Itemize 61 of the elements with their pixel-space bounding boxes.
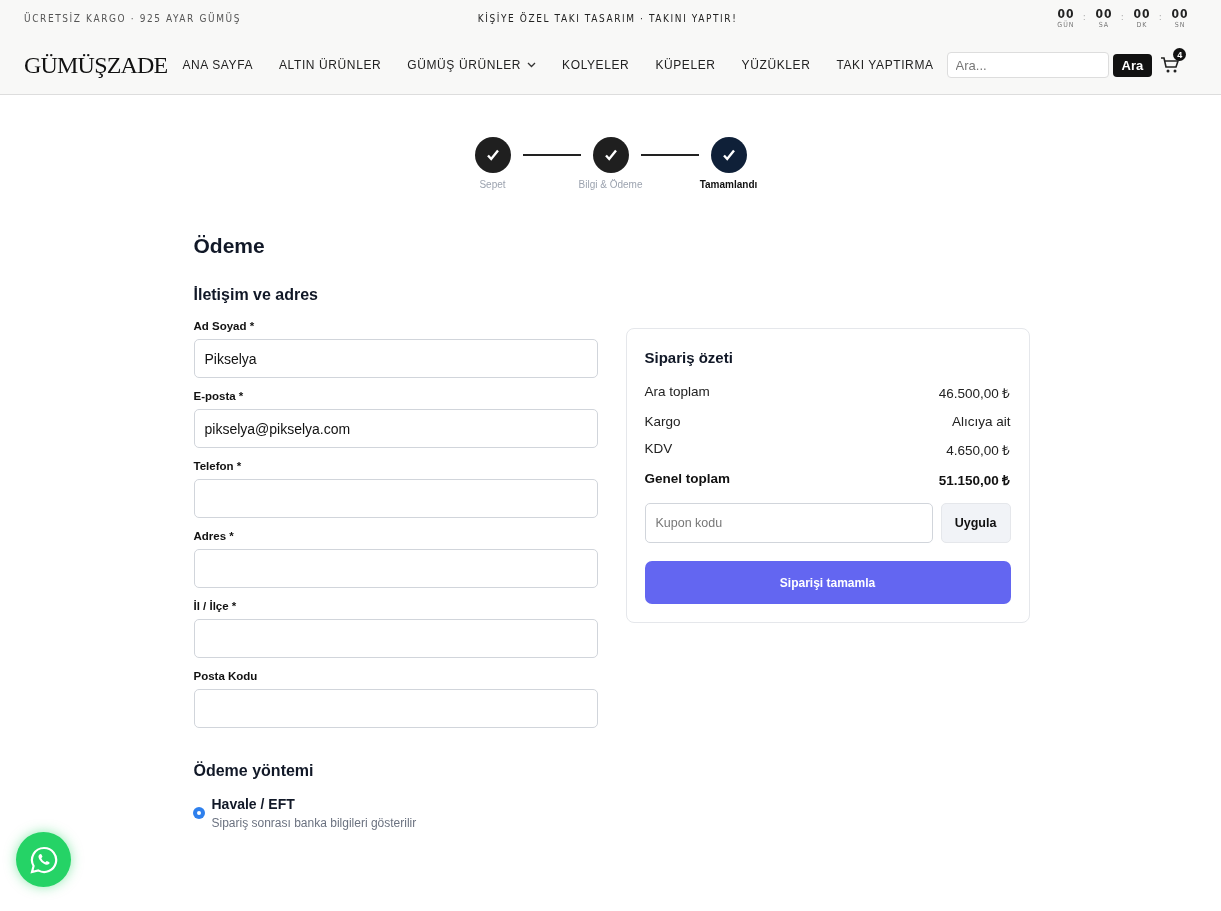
summary-heading: Sipariş özeti bbox=[644, 349, 734, 366]
apply-button[interactable]: Uygula bbox=[940, 503, 1011, 543]
cart-count-badge: 4 bbox=[1173, 48, 1187, 61]
search-field[interactable]: Ara... bbox=[946, 52, 1109, 78]
check-icon bbox=[485, 148, 500, 162]
nav-link[interactable]: ALTIN ÜRÜNLER bbox=[266, 58, 395, 72]
input-field[interactable] bbox=[193, 689, 598, 728]
countdown-value: 00 bbox=[1133, 7, 1151, 21]
chevron-down-icon bbox=[527, 62, 537, 68]
nav-link[interactable]: KOLYELER bbox=[549, 58, 643, 72]
field-label: Telefon * bbox=[193, 460, 243, 472]
section-heading: İletişim ve adres bbox=[193, 286, 319, 304]
chat-button[interactable] bbox=[16, 832, 71, 887]
cart-icon bbox=[1160, 56, 1181, 74]
input-field[interactable] bbox=[193, 549, 598, 588]
section-heading: Ödeme yöntemi bbox=[193, 762, 315, 780]
input-field[interactable]: Pikselya bbox=[193, 339, 598, 378]
summary-value: 46.500,00 ₺ bbox=[938, 385, 1011, 402]
countdown-separator: : bbox=[1120, 12, 1125, 22]
nav-link[interactable]: YÜZÜKLER bbox=[728, 58, 824, 72]
option-label: Havale / EFT bbox=[211, 796, 296, 812]
promo-text: ÜCRETSİZ KARGO · 925 AYAR GÜMÜŞ bbox=[24, 12, 243, 24]
summary-label: Kargo bbox=[644, 414, 681, 429]
check-icon bbox=[721, 148, 736, 162]
submit-order-button[interactable]: Siparişi tamamla bbox=[644, 561, 1011, 604]
summary-label: Genel toplam bbox=[644, 471, 730, 488]
option-note: Sipariş sonrası banka bilgileri gösterilir bbox=[211, 816, 417, 830]
summary-value: Alıcıya ait bbox=[951, 414, 1011, 429]
summary-value: 51.150,00 ₺ bbox=[938, 472, 1011, 489]
promo-text: KİŞİYE ÖZEL TAKI TASARIM · TAKINI YAPTIR! bbox=[476, 12, 739, 24]
radio-button[interactable] bbox=[193, 808, 204, 818]
field-label: Adres * bbox=[193, 530, 235, 542]
page-title: Ödeme bbox=[193, 234, 266, 258]
countdown-value: 00 bbox=[1057, 7, 1075, 21]
step-label: Tamamlandı bbox=[699, 179, 758, 190]
input-field[interactable] bbox=[193, 619, 598, 658]
search-button[interactable]: Ara bbox=[1112, 53, 1153, 77]
nav-link[interactable]: ANA SAYFA bbox=[169, 58, 266, 72]
coupon-field[interactable]: Kupon kodu bbox=[644, 503, 933, 543]
step-label: Sepet bbox=[479, 179, 506, 190]
summary-value: 4.650,00 ₺ bbox=[946, 442, 1011, 459]
check-icon bbox=[603, 148, 618, 162]
logo: GÜMÜŞZADE bbox=[24, 51, 168, 79]
chat-phone-icon bbox=[28, 844, 59, 875]
summary-label: KDV bbox=[644, 441, 673, 458]
countdown-separator: : bbox=[1158, 12, 1163, 22]
input-field[interactable]: pikselya@pikselya.com bbox=[193, 409, 598, 448]
field-label: E-posta * bbox=[193, 390, 245, 402]
cart-button[interactable]: 4 bbox=[1160, 48, 1187, 74]
countdown-separator: : bbox=[1082, 12, 1087, 22]
nav-link[interactable]: KÜPELER bbox=[642, 58, 729, 72]
countdown-value: 00 bbox=[1095, 7, 1113, 21]
summary-label: Ara toplam bbox=[644, 384, 710, 401]
input-field[interactable] bbox=[193, 479, 598, 518]
field-label: Ad Soyad * bbox=[193, 320, 256, 332]
step-label: Bilgi & Ödeme bbox=[578, 179, 643, 190]
field-label: İl / İlçe * bbox=[193, 600, 238, 612]
nav-link[interactable]: TAKI YAPTIRMA bbox=[823, 58, 947, 72]
countdown-value: 00 bbox=[1171, 7, 1189, 21]
nav-link[interactable]: GÜMÜŞ ÜRÜNLER bbox=[394, 58, 550, 72]
field-label: Posta Kodu bbox=[193, 670, 259, 682]
